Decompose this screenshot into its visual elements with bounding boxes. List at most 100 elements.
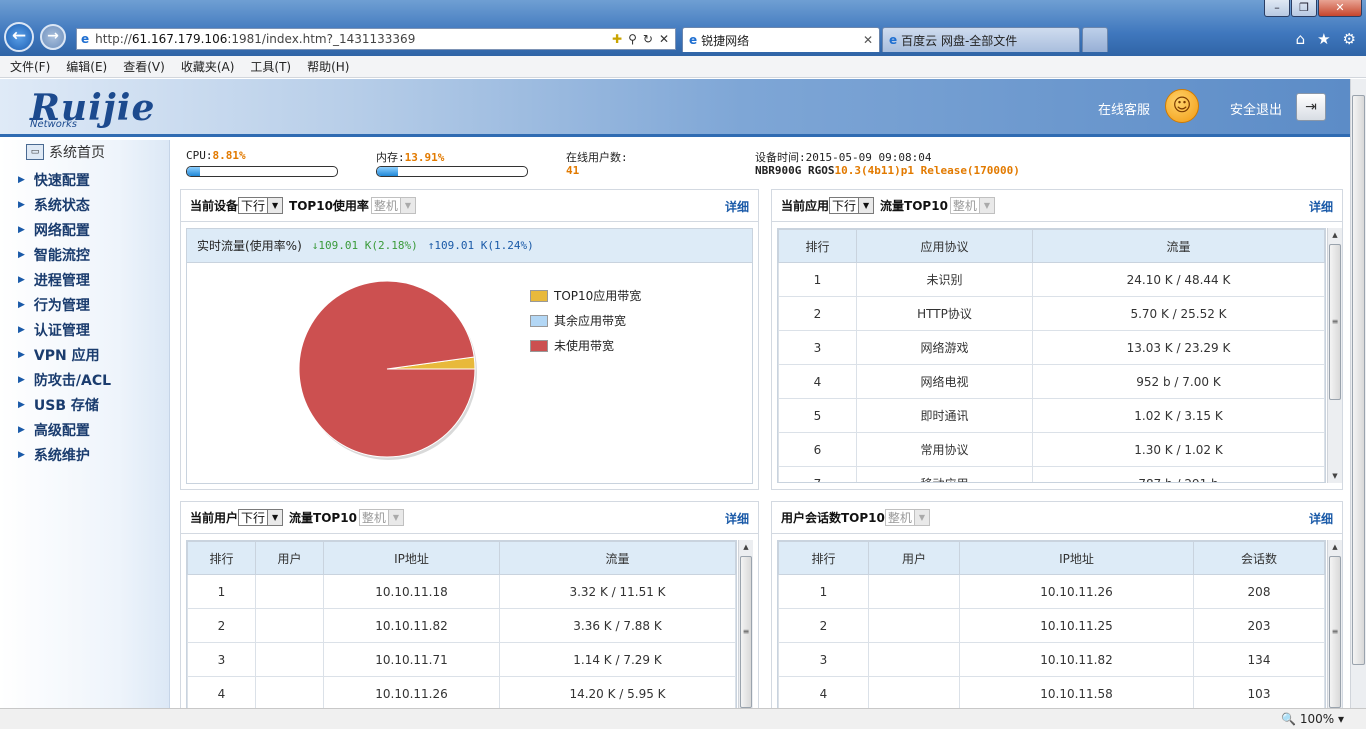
sidebar-item-behavior[interactable]: ▶ 行为管理 (18, 295, 90, 315)
menu-edit[interactable]: 编辑(E) (66, 58, 107, 75)
logout-link[interactable]: 安全退出 (1230, 99, 1282, 118)
detail-link[interactable]: 详细 (725, 510, 749, 527)
detail-link[interactable]: 详细 (725, 198, 749, 215)
user-table-wrap: 排行 用户 IP地址 流量 1 10.10.11.18 3.32 K / 11.51… (186, 540, 737, 710)
panel-header: 当前用户 下行 ▼ 流量TOP10 整机 ▼ (181, 502, 758, 534)
table-row: 3 网络游戏 13.03 K / 23.29 K (778, 330, 1325, 365)
favorites-star-icon[interactable]: ★ (1317, 30, 1330, 48)
online-service-link[interactable]: 在线客服 (1098, 99, 1150, 118)
tab-ruijie[interactable]: e 锐捷网络 ✕ (682, 27, 880, 52)
direction-select[interactable]: 下行 ▼ (829, 197, 875, 214)
memory-progress-fill (377, 167, 398, 176)
address-bar[interactable]: e http://61.167.179.106:1981/index.htm?_… (76, 28, 676, 50)
cell-ip: 10.10.11.18 (323, 574, 500, 609)
settings-gear-icon[interactable]: ⚙ (1343, 30, 1356, 48)
stop-icon[interactable]: ✕ (659, 32, 669, 46)
panel-header: 当前设备 下行 ▼ TOP10使用率 整机 ▼ (181, 190, 758, 222)
zoom-control[interactable]: 🔍 100% ▾ (1281, 712, 1344, 726)
address-url[interactable]: http://61.167.179.106:1981/index.htm?_14… (95, 32, 415, 46)
sidebar-item-label: 快速配置 (33, 173, 90, 189)
cell-user (255, 642, 324, 677)
cell-rank: 2 (778, 608, 869, 643)
scope-select[interactable]: 整机 ▼ (370, 197, 416, 214)
realtime-header: 实时流量(使用率%) ↓109.01 K(2.18%) ↑109.01 K(1.… (187, 229, 752, 263)
scroll-thumb[interactable]: ≡ (1329, 244, 1341, 400)
panel-current-app: 当前应用 下行 ▼ 流量TOP10 整机 ▼ 详细 排行 应用协议 流量 1 未识别 2… (771, 189, 1343, 490)
scroll-thumb[interactable]: ≡ (740, 556, 752, 708)
back-button[interactable]: ← (4, 22, 34, 52)
sidebar-item-advanced[interactable]: ▶ 高级配置 (18, 420, 90, 440)
cell-traffic: 5.70 K / 25.52 K (1032, 296, 1325, 331)
sidebar-item-label: 行为管理 (33, 298, 90, 314)
tab-baidu[interactable]: e 百度云 网盘-全部文件 (882, 27, 1080, 52)
ie-page-icon: e (81, 32, 90, 46)
sidebar-item-vpn[interactable]: ▶ VPN 应用 (18, 345, 100, 365)
sidebar-home[interactable]: ▭ 系统首页 (26, 142, 105, 162)
menu-favorites[interactable]: 收藏夹(A) (181, 58, 235, 75)
sidebar-item-usb[interactable]: ▶ USB 存储 (18, 395, 99, 415)
forward-button[interactable]: → (40, 24, 66, 50)
direction-select[interactable]: 下行 ▼ (238, 509, 284, 526)
scroll-up-icon[interactable]: ▲ (739, 540, 753, 554)
sidebar-item-quick-config[interactable]: ▶ 快速配置 (18, 170, 90, 190)
sidebar-item-process[interactable]: ▶ 进程管理 (18, 270, 90, 290)
scroll-up-icon[interactable]: ▲ (1328, 228, 1342, 242)
maximize-button[interactable]: ❐ (1291, 0, 1317, 17)
compat-icon[interactable]: ✚ (612, 32, 622, 46)
detail-link[interactable]: 详细 (1309, 510, 1333, 527)
close-window-button[interactable]: ✕ (1318, 0, 1362, 17)
sidebar-item-flow-control[interactable]: ▶ 智能流控 (18, 245, 90, 265)
direction-select-value: 下行 (832, 199, 857, 213)
menu-view[interactable]: 查看(V) (123, 58, 165, 75)
table-row: 2 HTTP协议 5.70 K / 25.52 K (778, 296, 1325, 331)
smiley-icon[interactable]: ☺ (1165, 89, 1199, 123)
menu-tools[interactable]: 工具(T) (250, 58, 291, 75)
app-table-scrollbar[interactable]: ▲ ≡ ▼ (1327, 228, 1342, 483)
scope-select[interactable]: 整机 ▼ (884, 509, 930, 526)
scroll-down-icon[interactable]: ▼ (1328, 469, 1342, 483)
legend-label: 未使用带宽 (554, 339, 615, 353)
sidebar-item-network-config[interactable]: ▶ 网络配置 (18, 220, 90, 240)
ie-tab-icon: e (889, 33, 898, 47)
scope-select-value: 整机 (887, 511, 912, 525)
refresh-icon[interactable]: ↻ (643, 32, 653, 46)
minimize-button[interactable]: – (1264, 0, 1290, 17)
cell-ip: 10.10.11.58 (959, 676, 1194, 710)
scope-select[interactable]: 整机 ▼ (949, 197, 995, 214)
scope-select-value: 整机 (361, 511, 386, 525)
sidebar-item-auth[interactable]: ▶ 认证管理 (18, 320, 90, 340)
sidebar-item-maintenance[interactable]: ▶ 系统维护 (18, 445, 90, 465)
logout-door-icon[interactable]: ⇥ (1296, 93, 1326, 121)
search-icon[interactable]: ⚲ (628, 32, 637, 46)
panel-title: 当前应用 (781, 199, 830, 213)
page-scrollbar[interactable] (1350, 79, 1366, 708)
device-time-value: 2015-05-09 09:08:04 (805, 151, 932, 164)
panel-metric: 流量TOP10 (880, 199, 948, 213)
online-users-label: 在线用户数: (566, 151, 628, 164)
cell-rank: 1 (778, 574, 869, 609)
scope-select[interactable]: 整机 ▼ (358, 509, 404, 526)
menu-file[interactable]: 文件(F) (10, 58, 50, 75)
table-row: 7移动应用787 b / 291 b (778, 466, 1325, 482)
sidebar-item-attack-acl[interactable]: ▶ 防攻击/ACL (18, 370, 111, 390)
close-tab-icon[interactable]: ✕ (863, 33, 873, 47)
device-version: NBR900G RGOS10.3(4b11)p1 Release(170000) (755, 164, 1020, 177)
triangle-right-icon: ▶ (18, 375, 25, 385)
scroll-thumb[interactable]: ≡ (1329, 556, 1341, 708)
home-icon[interactable]: ⌂ (1296, 30, 1306, 48)
col-rank: 排行 (778, 229, 857, 263)
user-table-scrollbar[interactable]: ▲ ≡ (738, 540, 753, 710)
new-tab-button[interactable] (1082, 27, 1108, 52)
detail-link[interactable]: 详细 (1309, 198, 1333, 215)
session-table: 排行 用户 IP地址 会话数 1 10.10.11.26 208 2 10.10.11.… (778, 541, 1325, 710)
cell-protocol: 未识别 (856, 262, 1033, 297)
scroll-up-icon[interactable]: ▲ (1328, 540, 1342, 554)
menu-help[interactable]: 帮助(H) (307, 58, 349, 75)
sidebar-item-system-status[interactable]: ▶ 系统状态 (18, 195, 90, 215)
session-table-scrollbar[interactable]: ▲ ≡ (1327, 540, 1342, 710)
cell-sessions: 134 (1193, 642, 1325, 677)
direction-select[interactable]: 下行 ▼ (238, 197, 284, 214)
page-scroll-thumb[interactable] (1352, 95, 1365, 665)
cell-traffic: 1.14 K / 7.29 K (499, 642, 736, 677)
browser-status-bar: 🔍 100% ▾ (0, 708, 1366, 729)
